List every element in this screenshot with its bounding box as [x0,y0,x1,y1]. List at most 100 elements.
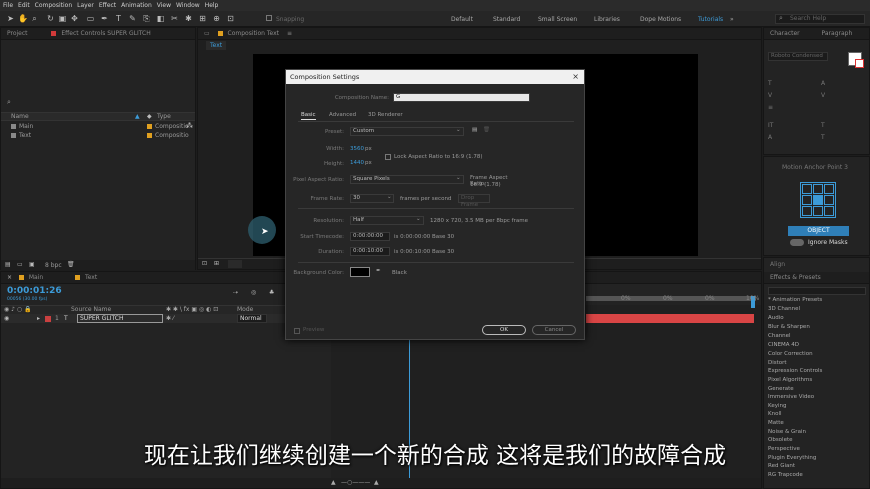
bpc-label[interactable]: 8 bpc [45,262,62,269]
eyedropper-icon[interactable]: ✒ [376,268,381,274]
start-timecode-input[interactable]: 0:00:00:00 [350,232,390,241]
trash-icon[interactable]: 🗑 [67,261,75,268]
sort-icon[interactable]: ▲ [135,113,140,120]
project-tab[interactable]: Project [7,30,28,37]
tsume-icon[interactable]: T [821,134,825,141]
new-folder-icon[interactable]: ▭ [17,261,23,268]
font-family-select[interactable]: Roboto Condensed [768,52,828,61]
project-search-icon[interactable]: ⌕ [7,98,11,107]
layer-name[interactable]: SUPER GLITCH [77,314,163,323]
always-preview-icon[interactable]: ⊡ [202,260,207,267]
expand-arrow-icon[interactable]: ▸ [37,315,40,322]
anchor-cell[interactable] [813,184,823,194]
pixel-aspect-select[interactable]: Square Pixels [350,175,464,184]
type-tool-icon[interactable]: T [114,14,123,23]
view-axis-icon[interactable]: ⊡ [226,14,235,23]
character-tab[interactable]: Character [770,30,800,37]
selection-tool-icon[interactable]: ➤ [6,14,15,23]
baseline-shift-icon[interactable]: A [768,134,772,141]
effect-category[interactable]: Blur & Sharpen [768,324,810,330]
anchor-cell[interactable] [813,206,823,216]
pan-behind-tool-icon[interactable]: ✥ [70,14,79,23]
anchor-cell[interactable] [813,195,823,205]
cancel-button[interactable]: Cancel [532,325,576,335]
anchor-cell[interactable] [824,206,834,216]
zoom-tool-icon[interactable]: ⌕ [30,14,39,23]
delete-preset-icon[interactable]: 🗑 [483,127,490,133]
project-item[interactable]: Text [11,132,31,139]
menu-edit[interactable]: Edit [18,2,30,9]
font-size-icon[interactable]: T [768,80,772,87]
grid-icon[interactable]: ⊞ [214,260,219,267]
effects-search-input[interactable] [768,287,866,295]
menu-layer[interactable]: Layer [77,2,94,9]
lock-aspect-checkbox[interactable] [385,154,391,160]
current-timecode[interactable]: 0:00:01:26 [7,286,62,296]
effect-category[interactable]: Generate [768,386,794,392]
effect-category[interactable]: * Animation Presets [768,297,822,303]
workspace-overflow-icon[interactable]: » [730,16,734,23]
workspace-small-screen[interactable]: Small Screen [538,16,577,23]
drop-frame-select[interactable]: Drop Frame [458,194,490,208]
camera-tool-icon[interactable]: ▣ [58,14,67,23]
kerning-icon[interactable]: V [768,92,772,99]
zoom-slider[interactable]: —○——— [341,479,370,486]
anchor-grid[interactable] [800,182,836,218]
workspace-standard[interactable]: Standard [493,16,520,23]
anchor-cell[interactable] [802,184,812,194]
pen-tool-icon[interactable]: ✒ [100,14,109,23]
world-axis-icon[interactable]: ⊕ [212,14,221,23]
new-composition-icon[interactable]: ▣ [29,261,35,268]
save-preset-icon[interactable]: ▤ [472,127,477,133]
effect-controls-tab[interactable]: Effect Controls SUPER GLITCH [61,30,150,37]
tab-basic[interactable]: Basic [301,112,316,120]
menu-file[interactable]: File [3,2,13,9]
close-icon[interactable]: × [7,274,12,281]
zoom-in-icon[interactable]: ▲ [374,479,379,486]
menu-window[interactable]: Window [176,2,200,9]
column-name[interactable]: Name [11,113,29,120]
tab-3d-renderer[interactable]: 3D Renderer [368,112,403,118]
workspace-default[interactable]: Default [451,16,473,23]
effect-category[interactable]: Channel [768,333,791,339]
comp-subtab[interactable]: Text [206,41,227,50]
search-help-input[interactable]: Search Help [775,14,865,24]
zoom-out-icon[interactable]: ▲ [331,479,336,486]
timeline-tab-text[interactable]: Text [85,274,97,281]
eraser-tool-icon[interactable]: ◧ [156,14,165,23]
clone-tool-icon[interactable]: ⎘ [142,14,151,23]
column-type[interactable]: Type [157,113,171,120]
layer-duration-bar[interactable] [586,314,754,323]
local-axis-icon[interactable]: ⊞ [198,14,207,23]
effect-category[interactable]: RG Trapcode [768,472,803,478]
effect-category[interactable]: CINEMA 4D [768,342,799,348]
comp-flow-icon[interactable]: ⇢ [233,289,238,296]
effects-tab[interactable]: Effects & Presets [764,272,869,284]
effect-category[interactable]: Immersive Video [768,394,814,400]
anchor-cell[interactable] [802,206,812,216]
workspace-tutorials[interactable]: Tutorials [698,16,723,23]
project-item[interactable]: Main [11,123,33,130]
roto-tool-icon[interactable]: ✂ [170,14,179,23]
anchor-cell[interactable] [824,195,834,205]
tracking-icon[interactable]: V [821,92,825,99]
effect-category[interactable]: Noise & Grain [768,429,806,435]
effect-category[interactable]: Color Correction [768,351,813,357]
layer-label-swatch[interactable] [45,316,51,322]
effect-category[interactable]: Distort [768,360,787,366]
visibility-eye-icon[interactable]: ◉ [4,315,9,322]
layer-switches-icon[interactable]: ✱ ⁄ [166,315,174,322]
workspace-dope-motions[interactable]: Dope Motions [640,16,681,23]
hand-tool-icon[interactable]: ✋ [18,14,28,23]
snapping-checkbox[interactable] [266,15,272,21]
paragraph-tab[interactable]: Paragraph [822,30,853,37]
effect-category[interactable]: Pixel Algorithms [768,377,812,383]
effect-category[interactable]: Matte [768,420,784,426]
effect-category[interactable]: Expression Controls [768,368,822,374]
resolution-select[interactable]: Half [350,216,424,225]
composition-tab[interactable]: Composition Text [228,30,280,37]
tab-advanced[interactable]: Advanced [329,112,356,118]
brush-tool-icon[interactable]: ✎ [128,14,137,23]
preset-select[interactable]: Custom [350,127,464,136]
menu-effect[interactable]: Effect [99,2,116,9]
